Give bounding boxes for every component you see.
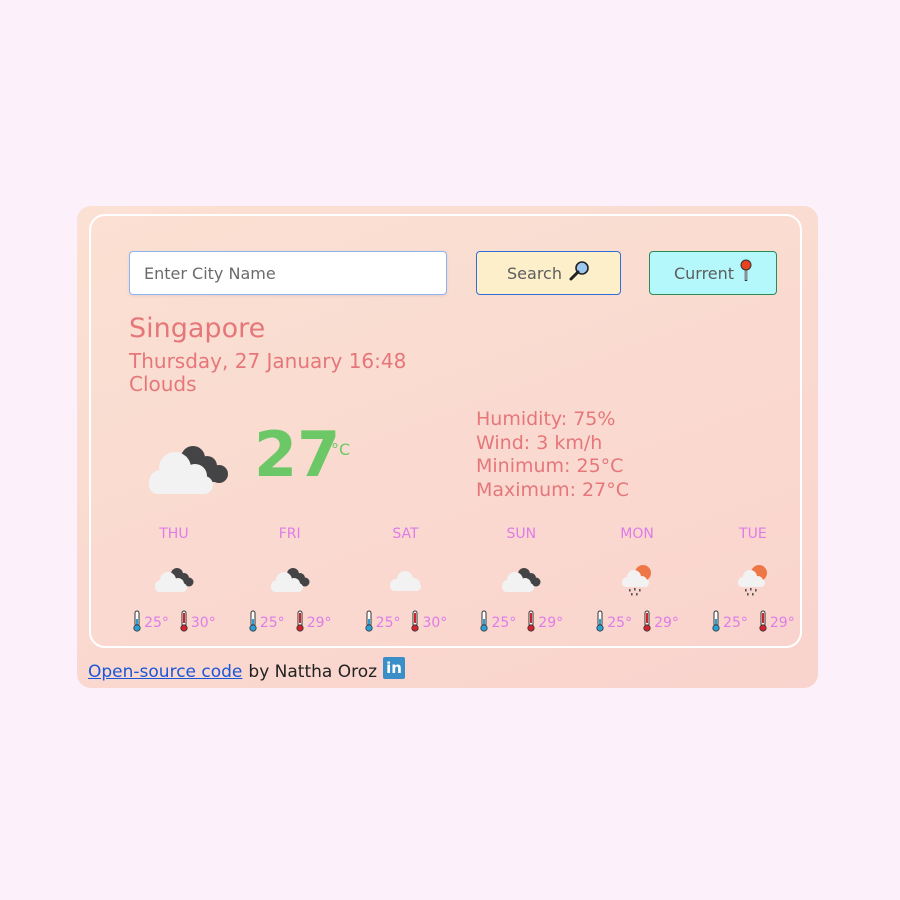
forecast-min-temp: 25° <box>144 615 169 631</box>
forecast-day: TUE 25° 29° <box>695 526 811 636</box>
forecast-max-temp: 29° <box>538 615 564 631</box>
forecast-temps: 25° 29° <box>595 610 679 636</box>
forecast-min-temp: 25° <box>607 615 633 631</box>
city-search-input[interactable] <box>129 251 447 295</box>
weather-card: Search Current Singapore Thursday, 27 Ja… <box>77 206 818 688</box>
thermometer-cold-icon <box>248 610 258 636</box>
source-code-link[interactable]: Open-source code <box>88 662 242 682</box>
forecast-temps: 25° 29° <box>479 610 563 636</box>
forecast-max-temp: 29° <box>654 615 679 631</box>
temperature-minimum: Minimum: 25°C <box>476 455 624 477</box>
forecast-temps: 25° 30° <box>132 610 216 636</box>
linkedin-icon[interactable]: in <box>383 657 406 679</box>
forecast-day: SAT 25° 30° <box>348 526 464 636</box>
thermometer-cold-icon <box>132 610 142 636</box>
forecast-temps: 25° 30° <box>364 610 448 636</box>
current-temperature: 27 <box>254 418 341 491</box>
broken-clouds-icon <box>500 560 542 600</box>
weather-details: Humidity: 75% Wind: 3 km/h Minimum: 25°C… <box>476 408 629 502</box>
rain-sun-icon <box>735 560 771 600</box>
search-button-label: Search <box>507 263 562 283</box>
cloud-icon <box>384 560 426 600</box>
forecast-max-temp: 30° <box>190 615 216 631</box>
temperature-unit: °C <box>331 440 351 459</box>
forecast-temps: 25° 29° <box>711 610 795 636</box>
forecast-min-temp: 25° <box>375 615 401 631</box>
forecast-max-temp: 29° <box>769 615 795 631</box>
forecast-temps: 25° 29° <box>248 610 332 636</box>
forecast-day-name: THU <box>159 526 189 542</box>
forecast-min-temp: 25° <box>723 615 748 631</box>
forecast-day-name: TUE <box>739 526 767 542</box>
thermometer-cold-icon <box>479 610 489 636</box>
footer: Open-source code by Nattha Oroz in <box>88 657 406 682</box>
forecast: THU 25° 30° FRI 25° 29° SAT 25° 30° SUN 25° 29° MON 2… <box>116 526 811 636</box>
current-button-label: Current <box>673 263 735 283</box>
pushpin-icon <box>740 259 752 287</box>
author-credit: by Nattha Oroz <box>248 662 378 682</box>
forecast-day: MON 25° 29° <box>579 526 695 636</box>
thermometer-hot-icon <box>295 610 305 636</box>
broken-clouds-icon <box>269 560 311 600</box>
temperature-maximum: Maximum: 27°C <box>476 478 630 501</box>
forecast-min-temp: 25° <box>259 615 285 631</box>
thermometer-hot-icon <box>179 610 189 636</box>
forecast-max-temp: 30° <box>422 615 448 631</box>
thermometer-cold-icon <box>711 610 721 636</box>
thermometer-cold-icon <box>364 610 374 636</box>
thermometer-hot-icon <box>642 610 652 636</box>
city-name: Singapore <box>129 313 266 344</box>
forecast-day-name: FRI <box>278 526 301 542</box>
forecast-day-name: SAT <box>392 526 419 542</box>
forecast-max-temp: 29° <box>306 615 332 631</box>
forecast-day-name: SUN <box>506 526 537 542</box>
thermometer-hot-icon <box>758 610 768 636</box>
rain-sun-icon <box>619 560 655 600</box>
wind: Wind: 3 km/h <box>476 431 603 454</box>
forecast-day: FRI 25° 29° <box>232 526 348 636</box>
cloudy-icon <box>145 438 231 504</box>
forecast-day: THU 25° 30° <box>116 526 232 636</box>
broken-clouds-icon <box>153 560 195 600</box>
forecast-day: SUN 25° 29° <box>463 526 579 636</box>
magnifying-glass-icon <box>568 260 590 286</box>
weather-description: Clouds <box>129 372 197 396</box>
thermometer-hot-icon <box>410 610 420 636</box>
date-time: Thursday, 27 January 16:48 <box>129 349 407 373</box>
thermometer-cold-icon <box>595 610 605 636</box>
humidity: Humidity: 75% <box>476 408 616 430</box>
thermometer-hot-icon <box>526 610 536 636</box>
current-location-button[interactable]: Current <box>649 251 777 295</box>
forecast-day-name: MON <box>620 526 654 542</box>
forecast-min-temp: 25° <box>491 615 517 631</box>
weather-panel: Search Current Singapore Thursday, 27 Ja… <box>89 214 802 648</box>
search-button[interactable]: Search <box>476 251 621 295</box>
